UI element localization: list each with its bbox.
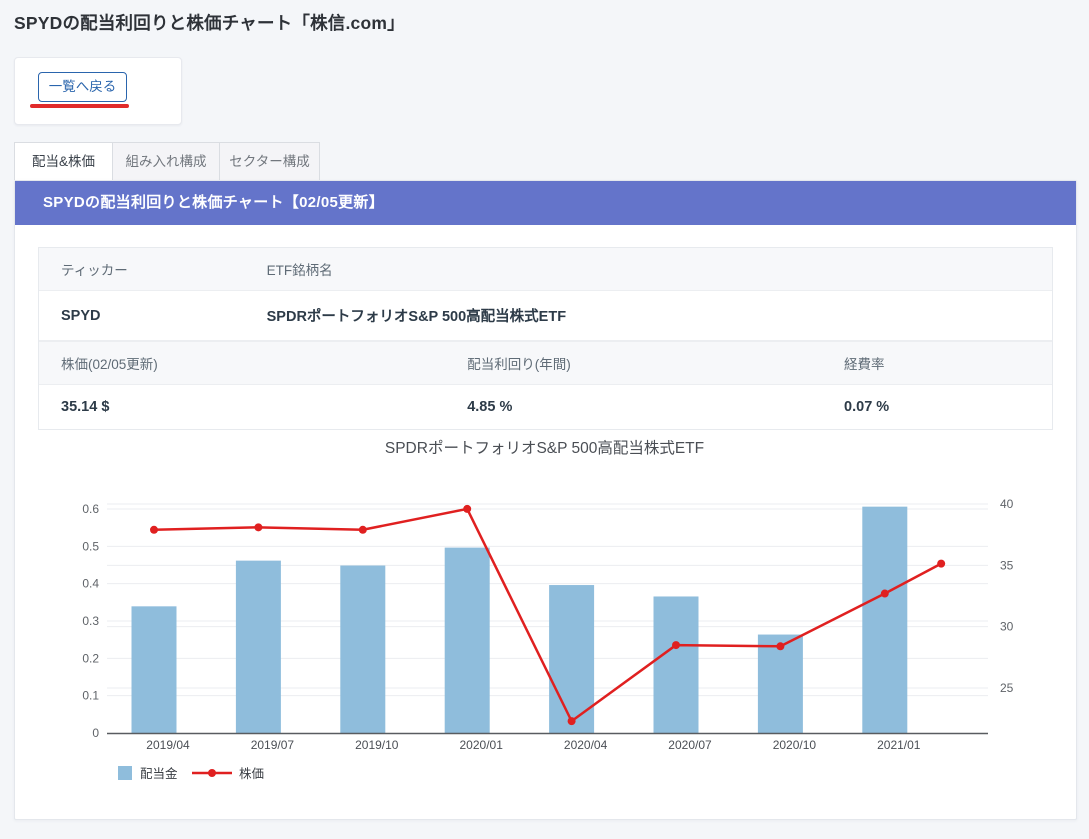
back-button-card: 一覧へ戻る: [14, 57, 182, 125]
chart-svg: 0 0.1 0.2 0.3 0.4 0.5 0.6 25 30 35 40 2019/04 2019/0…: [16, 478, 1072, 808]
page-title: SPYDの配当利回りと株価チャート「株信.com」: [14, 10, 405, 35]
legend-price-marker: [208, 769, 216, 777]
price-point: [568, 717, 576, 725]
price-point: [463, 505, 471, 513]
table-header-cell: 株価(02/05更新): [39, 342, 445, 385]
left-axis-label: 0.3: [82, 614, 99, 628]
right-axis-label: 40: [1000, 497, 1014, 511]
dividend-bar: [445, 548, 490, 733]
x-axis-label: 2020/04: [564, 738, 608, 752]
table-header-cell: 配当利回り(年間): [445, 342, 822, 385]
dividend-bar: [340, 566, 385, 733]
red-underline: [30, 104, 129, 108]
right-axis-label: 25: [1000, 681, 1014, 695]
left-axis-label: 0.5: [82, 539, 99, 553]
legend-dividend-label: 配当金: [140, 766, 178, 781]
expense-ratio-value: 0.07 %: [822, 385, 1052, 430]
x-axis-label: 2020/07: [668, 738, 712, 752]
x-axis-label: 2019/10: [355, 738, 399, 752]
price-point: [881, 590, 889, 598]
price-point: [672, 641, 680, 649]
back-button[interactable]: 一覧へ戻る: [38, 72, 127, 102]
x-axis-label: 2019/07: [251, 738, 295, 752]
dividend-bar: [654, 596, 699, 733]
page: SPYDの配当利回りと株価チャート「株信.com」 一覧へ戻る 配当&株価 組み…: [0, 0, 1089, 839]
legend-price-label: 株価: [239, 766, 264, 781]
table-header-cell: ティッカー: [39, 248, 245, 291]
left-axis-label: 0: [92, 726, 99, 740]
price-point: [359, 526, 367, 534]
price-point: [776, 642, 784, 650]
ticker-value: SPYD: [39, 291, 245, 341]
x-axis-label: 2019/04: [146, 738, 190, 752]
chart-title: SPDRポートフォリオS&P 500高配当株式ETF: [0, 436, 1089, 458]
x-axis-label: 2021/01: [877, 738, 921, 752]
table-header-cell: 経費率: [822, 342, 1052, 385]
price-point: [937, 560, 945, 568]
tab-bar: 配当&株価 組み入れ構成 セクター構成: [14, 142, 320, 180]
dividend-bar: [236, 561, 281, 733]
left-axis-label: 0.1: [82, 689, 99, 703]
ticker-table: ティッカー ETF銘柄名 SPYD SPDRポートフォリオS&P 500高配当株…: [39, 248, 1052, 341]
left-axis-label: 0.4: [82, 577, 99, 591]
right-axis-label: 35: [1000, 558, 1014, 572]
info-table: ティッカー ETF銘柄名 SPYD SPDRポートフォリオS&P 500高配当株…: [38, 247, 1053, 430]
dividend-bar: [862, 507, 907, 733]
right-axis-label: 30: [1000, 620, 1014, 634]
table-header-cell: ETF銘柄名: [245, 248, 1052, 291]
left-axis-label: 0.6: [82, 502, 99, 516]
tab-dividend-price[interactable]: 配当&株価: [14, 142, 113, 180]
legend-dividend-swatch: [118, 766, 132, 780]
price-table: 株価(02/05更新) 配当利回り(年間) 経費率 35.14 $ 4.85 %…: [39, 341, 1052, 429]
x-axis-label: 2020/01: [460, 738, 504, 752]
x-axis-label: 2020/10: [773, 738, 817, 752]
price-point: [254, 523, 262, 531]
tab-sectors[interactable]: セクター構成: [220, 142, 320, 180]
tab-holdings[interactable]: 組み入れ構成: [113, 142, 220, 180]
price-value: 35.14 $: [39, 385, 445, 430]
etf-name-value: SPDRポートフォリオS&P 500高配当株式ETF: [245, 291, 1052, 341]
left-axis-label: 0.2: [82, 651, 99, 665]
dividend-price-chart: 0 0.1 0.2 0.3 0.4 0.5 0.6 25 30 35 40 2019/04 2019/0…: [16, 478, 1072, 808]
yield-value: 4.85 %: [445, 385, 822, 430]
price-point: [150, 526, 158, 534]
panel-header: SPYDの配当利回りと株価チャート【02/05更新】: [15, 181, 1076, 225]
dividend-bar: [132, 606, 177, 733]
